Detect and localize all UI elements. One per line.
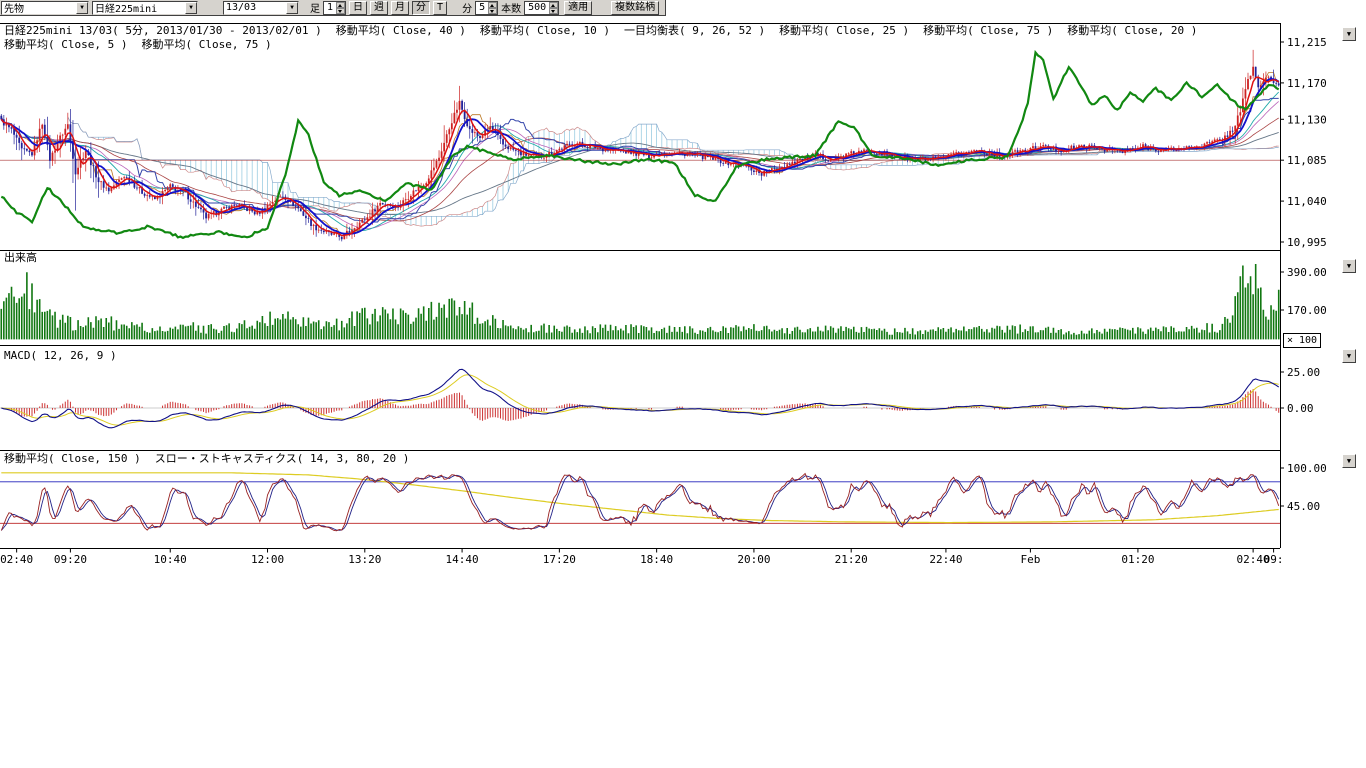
svg-text:0.00: 0.00 — [1287, 402, 1314, 415]
svg-text:18:40: 18:40 — [640, 553, 673, 566]
svg-text:14:40: 14:40 — [446, 553, 479, 566]
svg-text:01:20: 01:20 — [1121, 553, 1154, 566]
svg-text:10,995: 10,995 — [1287, 236, 1327, 249]
svg-text:11,130: 11,130 — [1287, 113, 1327, 126]
ashi-value[interactable]: 1 — [325, 2, 335, 13]
svg-text:21:20: 21:20 — [835, 553, 868, 566]
svg-text:100.00: 100.00 — [1287, 462, 1327, 475]
period-minute-button[interactable]: 分 — [412, 1, 430, 15]
period-day-button[interactable]: 日 — [349, 1, 367, 15]
svg-text:12:00: 12:00 — [251, 553, 284, 566]
market-combo-value: 先物 — [2, 0, 76, 15]
price-axis-dropdown[interactable]: ▼ — [1342, 27, 1356, 41]
ashi-stepper[interactable]: 1 — [323, 1, 346, 15]
market-combo[interactable]: 先物 ▼ — [1, 1, 89, 15]
chevron-down-icon[interactable]: ▼ — [76, 2, 88, 14]
svg-text:10:40: 10:40 — [154, 553, 187, 566]
svg-text:02:40: 02:40 — [0, 553, 33, 566]
svg-text:09:20: 09:20 — [54, 553, 87, 566]
contract-combo-value: 13/03 — [224, 2, 286, 13]
apply-button[interactable]: 適用 — [564, 1, 592, 15]
macd-axis-dropdown[interactable]: ▼ — [1342, 349, 1356, 363]
period-month-button[interactable]: 月 — [391, 1, 409, 15]
ashi-label: 足 — [310, 0, 320, 15]
svg-text:Feb: Feb — [1020, 553, 1040, 566]
spinner-arrows-icon[interactable] — [336, 2, 345, 14]
period-week-button[interactable]: 週 — [370, 1, 388, 15]
svg-text:11,040: 11,040 — [1287, 195, 1327, 208]
bars-value[interactable]: 500 — [526, 2, 548, 13]
minute-stepper[interactable]: 5 — [475, 1, 498, 15]
stoch-axis-dropdown[interactable]: ▼ — [1342, 454, 1356, 468]
symbol-combo[interactable]: 日経225mini ▼ — [92, 1, 198, 15]
period-tick-button[interactable]: T — [433, 1, 447, 15]
svg-text:22:40: 22:40 — [929, 553, 962, 566]
svg-text:13:20: 13:20 — [348, 553, 381, 566]
svg-text:390.00: 390.00 — [1287, 266, 1327, 279]
chevron-down-icon[interactable]: ▼ — [286, 2, 298, 14]
svg-text:09:: 09: — [1264, 553, 1284, 566]
svg-text:20:00: 20:00 — [737, 553, 770, 566]
svg-text:25.00: 25.00 — [1287, 366, 1320, 379]
spinner-arrows-icon[interactable] — [488, 2, 497, 14]
svg-text:11,170: 11,170 — [1287, 77, 1327, 90]
svg-text:45.00: 45.00 — [1287, 500, 1320, 513]
contract-combo[interactable]: 13/03 ▼ — [223, 1, 299, 15]
chart-area[interactable]: 11,215 11,170 11,130 11,085 11,040 10,995 390.… — [0, 0, 1366, 575]
bars-stepper[interactable]: 500 — [524, 1, 559, 15]
svg-text:170.00: 170.00 — [1287, 304, 1327, 317]
bars-label: 本数 — [501, 0, 521, 15]
toolbar: 先物 ▼ 日経225mini ▼ 13/03 ▼ 足 1 日 週 月 分 T 分… — [0, 0, 666, 16]
svg-text:11,085: 11,085 — [1287, 154, 1327, 167]
svg-text:11,215: 11,215 — [1287, 36, 1327, 49]
symbol-combo-value: 日経225mini — [93, 0, 185, 15]
spinner-arrows-icon[interactable] — [549, 2, 558, 14]
volume-axis-dropdown[interactable]: ▼ — [1342, 259, 1356, 273]
svg-text:17:20: 17:20 — [543, 553, 576, 566]
chevron-down-icon[interactable]: ▼ — [185, 2, 197, 14]
minute-label: 分 — [462, 0, 472, 15]
multi-symbol-button[interactable]: 複数銘柄 — [611, 1, 659, 15]
minute-value[interactable]: 5 — [477, 2, 487, 13]
